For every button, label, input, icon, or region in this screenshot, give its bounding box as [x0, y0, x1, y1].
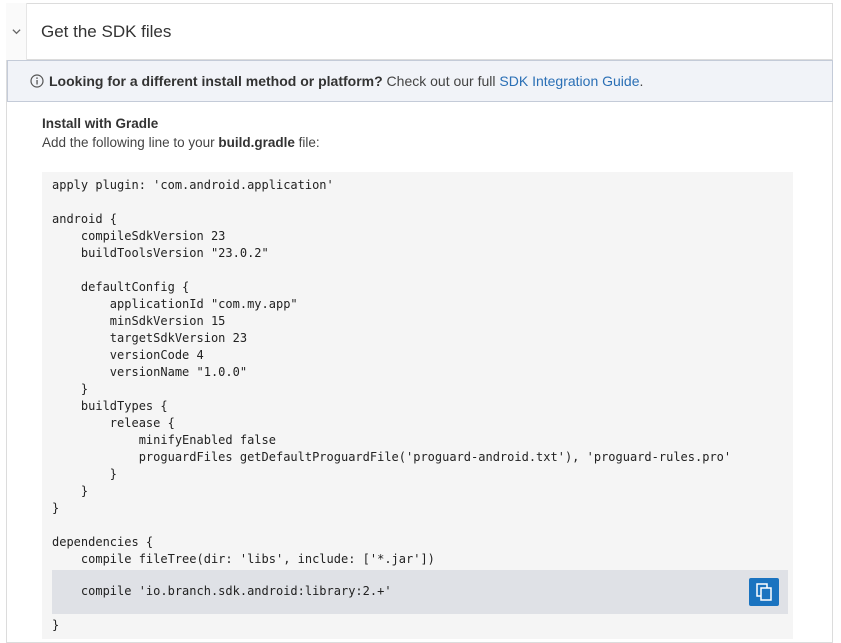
chevron-down-icon	[11, 29, 21, 35]
code-line: android {	[52, 212, 118, 226]
code-line: applicationId "com.my.app"	[52, 297, 298, 311]
instruction-file: build.gradle	[218, 135, 295, 150]
code-line: release {	[52, 416, 175, 430]
sdk-integration-guide-link[interactable]: SDK Integration Guide	[499, 73, 639, 89]
code-line: compile 'io.branch.sdk.android:library:2…	[52, 584, 392, 598]
notice-suffix: .	[639, 73, 644, 89]
install-heading: Install with Gradle	[42, 116, 159, 131]
code-line: minSdkVersion 15	[52, 314, 226, 328]
code-line: }	[52, 467, 118, 481]
code-line: }	[52, 484, 89, 498]
code-line: versionName "1.0.0"	[52, 365, 248, 379]
instruction-suffix: file:	[294, 135, 320, 150]
code-line: }	[52, 382, 89, 396]
code-line: versionCode 4	[52, 348, 204, 362]
code-line: compile fileTree(dir: 'libs', include: […	[52, 552, 435, 566]
collapse-toggle[interactable]	[6, 3, 27, 60]
code-line: apply plugin: 'com.android.application'	[52, 178, 334, 192]
code-line: targetSdkVersion 23	[52, 331, 248, 345]
code-line: dependencies {	[52, 535, 154, 549]
section-title: Get the SDK files	[41, 22, 172, 41]
notice-text: Check out our full	[382, 73, 500, 89]
code-block: apply plugin: 'com.android.application' a…	[42, 172, 793, 639]
instruction-prefix: Add the following line to your	[42, 135, 219, 150]
code-line: }	[52, 501, 60, 515]
install-instruction: Add the following line to your build.gra…	[42, 135, 320, 150]
install-method-notice: Looking for a different install method o…	[7, 60, 833, 102]
section-header[interactable]: Get the SDK files	[6, 3, 833, 60]
notice-bold-text: Looking for a different install method o…	[49, 73, 383, 89]
code-line: compileSdkVersion 23	[52, 229, 226, 243]
code-line: defaultConfig {	[52, 280, 190, 294]
code-line: minifyEnabled false	[52, 433, 276, 447]
copy-icon	[756, 583, 772, 601]
code-line: }	[52, 618, 60, 632]
code-line: proguardFiles getDefaultProguardFile('pr…	[52, 450, 732, 464]
info-circle-icon	[30, 74, 44, 88]
code-line: buildTypes {	[52, 399, 168, 413]
code-line: buildToolsVersion "23.0.2"	[52, 246, 269, 260]
copy-button[interactable]	[749, 578, 779, 606]
